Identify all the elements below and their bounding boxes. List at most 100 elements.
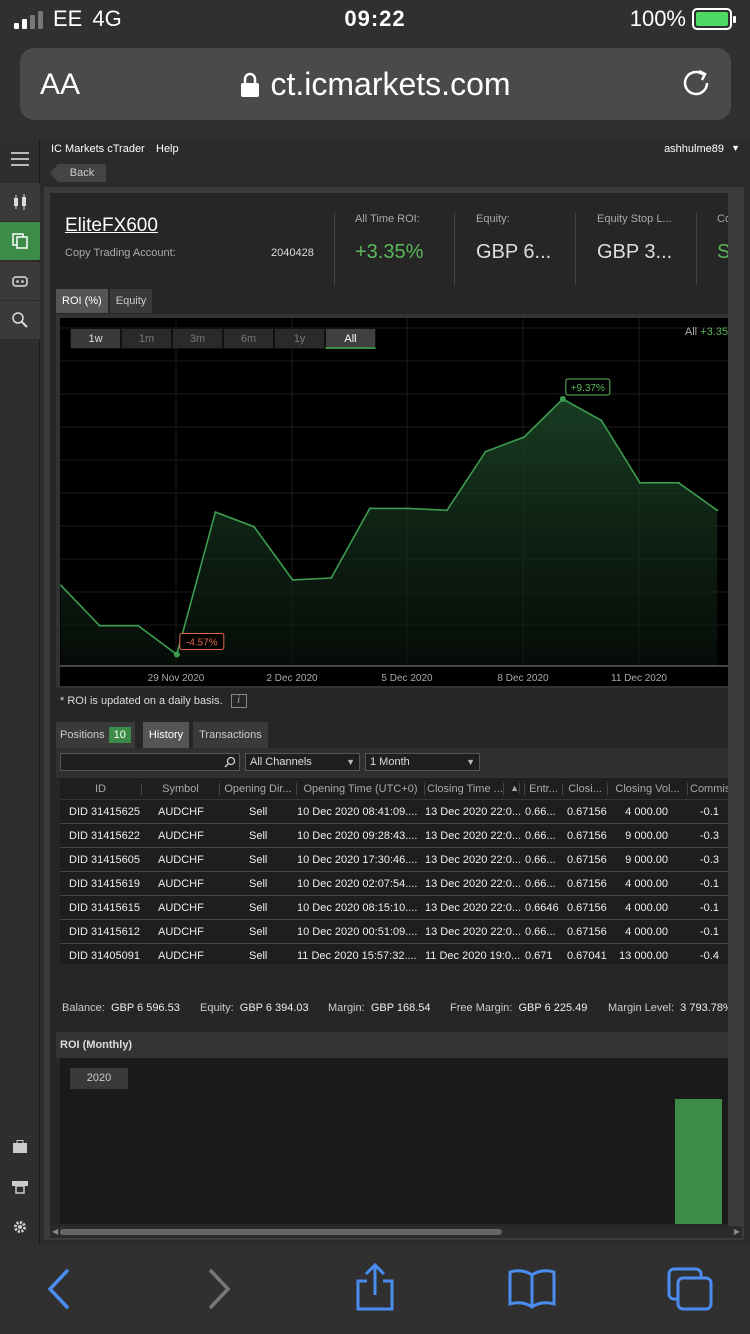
info-icon[interactable]: i — [230, 694, 247, 708]
row-commission: -0.1 — [700, 806, 719, 818]
col-closing-volume[interactable]: Closing Vol... — [608, 783, 688, 795]
filter-bar: All Channels ▼ 1 Month ▼ — [56, 748, 728, 778]
row-entry: 0.671 — [525, 950, 553, 962]
deposit-icon[interactable] — [0, 1168, 40, 1206]
col-commission[interactable]: Commis — [688, 783, 728, 795]
col-closing-time[interactable]: Closing Time ... ▲ — [425, 783, 525, 795]
row-id: DID 31415615 — [69, 902, 140, 914]
col-symbol[interactable]: Symbol — [142, 783, 220, 795]
tabs-icon[interactable] — [665, 1263, 715, 1313]
table-header: ID Symbol Opening Dir... Opening Time (U… — [60, 778, 728, 800]
trade-candles-icon[interactable] — [0, 183, 40, 221]
share-icon[interactable] — [350, 1263, 400, 1313]
year-2020-button[interactable]: 2020 — [70, 1068, 128, 1089]
row-symbol: AUDCHF — [158, 854, 204, 866]
row-id: DID 31415625 — [69, 806, 140, 818]
settings-gear-icon[interactable] — [0, 1208, 40, 1246]
channel-select[interactable]: All Channels ▼ — [245, 753, 360, 771]
battery-percent: 100% — [629, 6, 686, 31]
roi-data-point — [60, 584, 62, 587]
range-3m[interactable]: 3m — [172, 328, 223, 349]
tab-roi[interactable]: ROI (%) — [56, 289, 108, 313]
row-closing-time: 13 Dec 2020 22:0... — [425, 806, 522, 818]
copy-trading-icon[interactable] — [0, 222, 40, 260]
table-row[interactable]: DID 31415615 AUDCHF Sell 10 Dec 2020 08:15:… — [60, 896, 728, 920]
row-id: DID 31415619 — [69, 878, 140, 890]
user-menu[interactable]: ashhulme89 — [664, 143, 724, 155]
automate-robot-icon[interactable] — [0, 262, 40, 300]
roi-data-point — [523, 435, 526, 438]
reload-icon[interactable] — [677, 64, 715, 102]
scrollbar-thumb[interactable] — [60, 1229, 502, 1235]
row-closing-price: 0.67156 — [567, 878, 607, 890]
table-row[interactable]: DID 31415612 AUDCHF Sell 10 Dec 2020 00:51:… — [60, 920, 728, 944]
range-6m[interactable]: 6m — [223, 328, 274, 349]
roi-chart-svg: 29 Nov 2020 2 Dec 2020 5 Dec 2020 8 Dec 202… — [60, 318, 728, 684]
row-symbol: AUDCHF — [158, 950, 204, 962]
row-closing-volume: 4 000.00 — [625, 878, 668, 890]
url-text[interactable]: ct.icmarkets.com — [20, 66, 731, 103]
period-select[interactable]: 1 Month ▼ — [365, 753, 480, 771]
col-opening-direction[interactable]: Opening Dir... — [220, 783, 297, 795]
user-dropdown-icon[interactable]: ▼ — [731, 143, 740, 153]
row-closing-time: 13 Dec 2020 22:0... — [425, 926, 522, 938]
col-opening-time[interactable]: Opening Time (UTC+0) — [297, 783, 425, 795]
margin-summary: Margin: GBP 168.54 — [328, 1002, 431, 1014]
range-1w[interactable]: 1w — [70, 328, 121, 349]
max-roi-label: +9.37% — [571, 383, 605, 394]
stat-label: Equity: — [476, 213, 510, 225]
row-opening-time: 10 Dec 2020 08:41:09.... — [297, 806, 418, 818]
back-arrow-icon[interactable] — [34, 1263, 84, 1313]
row-direction: Sell — [249, 878, 268, 890]
search-icon — [224, 756, 236, 768]
min-roi-marker — [173, 651, 180, 658]
chevron-down-icon: ▼ — [466, 757, 475, 767]
tab-equity[interactable]: Equity — [109, 289, 153, 313]
chart-legend: All +3.35 — [685, 326, 728, 338]
menu-help[interactable]: Help — [156, 143, 179, 155]
roi-data-point — [407, 507, 410, 510]
table-row[interactable]: DID 31415622 AUDCHF Sell 10 Dec 2020 09:28:… — [60, 824, 728, 848]
row-opening-time: 10 Dec 2020 00:51:09.... — [297, 926, 418, 938]
forward-arrow-icon[interactable] — [194, 1263, 244, 1313]
table-row[interactable]: DID 31405091 AUDCHF Sell 11 Dec 2020 15:57:… — [60, 944, 728, 964]
row-entry: 0.66... — [525, 806, 556, 818]
scroll-left-icon[interactable]: ◀ — [52, 1227, 58, 1236]
row-closing-volume: 4 000.00 — [625, 806, 668, 818]
col-closing-price[interactable]: Closi... — [563, 783, 608, 795]
address-bar[interactable]: AA ct.icmarkets.com — [20, 48, 731, 120]
table-row[interactable]: DID 31415605 AUDCHF Sell 10 Dec 2020 17:30:… — [60, 848, 728, 872]
free-margin-summary: Free Margin: GBP 6 225.49 — [450, 1002, 588, 1014]
scroll-right-icon[interactable]: ▶ — [734, 1227, 740, 1236]
positions-count-badge: 10 — [108, 727, 131, 743]
tab-transactions[interactable]: Transactions — [193, 722, 268, 748]
stat-clipped-value: S — [717, 241, 728, 263]
table-row[interactable]: DID 31415625 AUDCHF Sell 10 Dec 2020 08:41:… — [60, 800, 728, 824]
range-1m[interactable]: 1m — [121, 328, 172, 349]
account-summary: Balance: GBP 6 596.53 Equity: GBP 6 394.… — [56, 996, 728, 1020]
col-entry[interactable]: Entr... — [525, 783, 563, 795]
range-1y[interactable]: 1y — [274, 328, 325, 349]
hamburger-menu-icon[interactable] — [0, 140, 40, 178]
back-button[interactable]: Back — [50, 164, 106, 182]
analyze-magnifier-icon[interactable] — [0, 301, 40, 339]
row-opening-time: 10 Dec 2020 08:15:10.... — [297, 902, 418, 914]
tab-history[interactable]: History — [142, 722, 190, 748]
roi-note-text: * ROI is updated on a daily basis. — [60, 695, 223, 707]
tab-positions[interactable]: Positions 10 — [56, 722, 135, 748]
x-tick-label: 2 Dec 2020 — [266, 673, 318, 684]
row-symbol: AUDCHF — [158, 902, 204, 914]
row-entry: 0.66... — [525, 878, 556, 890]
min-roi-label: -4.57% — [186, 637, 218, 648]
menu-app-name[interactable]: IC Markets cTrader — [51, 143, 145, 155]
bookmarks-icon[interactable] — [507, 1263, 557, 1313]
strategy-name[interactable]: EliteFX600 — [65, 215, 158, 237]
range-all[interactable]: All — [325, 328, 376, 349]
briefcase-icon[interactable] — [0, 1128, 40, 1166]
row-closing-volume: 9 000.00 — [625, 854, 668, 866]
history-search-input[interactable] — [60, 753, 240, 771]
roi-data-point — [600, 419, 603, 422]
table-row[interactable]: DID 31415619 AUDCHF Sell 10 Dec 2020 02:07:… — [60, 872, 728, 896]
col-id[interactable]: ID — [60, 783, 142, 795]
equity-summary: Equity: GBP 6 394.03 — [200, 1002, 309, 1014]
